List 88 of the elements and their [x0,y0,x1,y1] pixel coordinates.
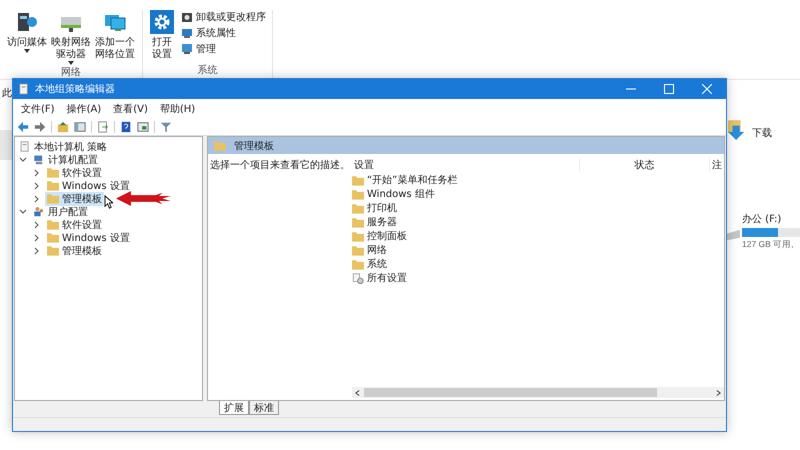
list-item[interactable]: 控制面板 [352,229,407,243]
pane-title: 管理模板 [234,140,274,152]
column-header[interactable]: 设置 [352,158,580,172]
tree-item[interactable]: 本地计算机 策略 [17,140,110,154]
tree-item[interactable]: 用户配置 [31,204,90,218]
folder-icon [352,216,364,228]
mouse-cursor-icon [104,195,113,209]
group-label: 网络 [61,66,81,80]
tree-item[interactable]: 管理模板 [45,244,104,258]
folder-icon [47,219,59,230]
forward-arrow-icon[interactable] [34,121,46,133]
folder-icon [47,167,59,178]
list-item[interactable]: Windows 组件 [352,187,435,201]
group-label: 系统 [198,64,218,78]
column-header[interactable]: 注 [710,158,724,172]
caret-icon [24,49,30,53]
ribbon-button[interactable]: 打开 设置 [149,10,175,63]
tab[interactable]: 扩展 [219,401,249,415]
tree-item[interactable]: Windows 设置 [45,178,132,192]
folder-icon [352,244,364,256]
back-arrow-icon[interactable] [17,121,29,133]
ribbon-button[interactable]: 添加一个 网络位置 [94,10,136,65]
help-icon[interactable] [120,121,132,133]
chevron-down-icon[interactable] [19,156,27,164]
ribbon-button[interactable]: 映射网络 驱动器 [50,10,92,65]
list-item[interactable]: 系统 [352,257,387,271]
folder-icon [352,188,364,200]
chevron-right-icon[interactable] [33,182,41,190]
tree-item[interactable]: Windows 设置 [45,230,132,244]
chevron-down-icon[interactable] [19,208,27,216]
tree-item[interactable]: 软件设置 [45,166,104,180]
scroll-thumb[interactable] [364,388,657,397]
folder-icon [352,258,364,270]
folder-icon [47,245,59,256]
list-item[interactable]: 所有设置 [352,271,407,285]
computer-icon [181,27,193,39]
horizontal-scrollbar[interactable] [352,387,724,398]
tree-item[interactable]: 软件设置 [45,218,104,232]
policy-icon [19,141,31,152]
list-item[interactable]: “开始”菜单和任务栏 [352,173,458,187]
computer-icon [181,43,193,55]
scroll-right-icon[interactable] [716,388,721,396]
settings-page-icon [352,272,364,284]
folder-icon [352,174,364,186]
media-server-icon [15,10,39,34]
menu-item[interactable]: 帮助(H) [156,101,200,117]
chevron-right-icon[interactable] [33,220,41,228]
folder-icon [47,193,59,204]
description-text: 选择一个项目来查看它的描述。 [209,158,351,173]
ribbon-button[interactable]: 访问媒体 [6,10,48,65]
address-text: 此 [2,86,12,100]
users-icon [33,206,45,217]
ribbon-button[interactable]: 管理 [181,42,266,56]
tree-item[interactable]: 计算机配置 [31,152,100,166]
ribbon-button[interactable]: 系统属性 [181,26,266,40]
properties-icon[interactable] [137,121,149,133]
list-item[interactable]: 网络 [352,243,387,257]
menu-item[interactable]: 操作(A) [62,101,106,117]
chevron-right-icon[interactable] [33,246,41,254]
download-folder-icon [728,120,746,142]
menu-item[interactable]: 文件(F) [17,101,59,117]
policy-icon [19,83,29,95]
ribbon-button[interactable]: 卸载或更改程序 [181,10,266,24]
list-item[interactable]: 打印机 [352,201,397,215]
filter-icon[interactable] [160,121,172,133]
tree-item[interactable]: 管理模板 [45,192,104,206]
caret-icon [68,61,74,65]
folder-up-icon[interactable] [57,121,69,133]
export-list-icon[interactable] [97,121,109,133]
chevron-right-icon[interactable] [33,194,41,202]
drive-label[interactable]: 办公 (F:) [742,212,800,226]
chevron-right-icon[interactable] [33,234,41,242]
settings-icon [150,10,174,34]
column-header[interactable]: 状态 [580,158,710,172]
folder-icon [47,232,59,243]
window-title: 本地组策略编辑器 [35,82,115,96]
folder-icon [214,140,226,151]
chevron-right-icon[interactable] [33,168,41,176]
folder-icon [352,230,364,242]
free-space-text: 127 GB 可用, [742,239,795,251]
folder-icon [352,202,364,214]
menu-item[interactable]: 查看(V) [109,101,152,117]
tab[interactable]: 标准 [249,401,279,415]
computer-icon [33,154,45,165]
scroll-left-icon[interactable] [355,388,360,396]
console-tree-icon[interactable] [74,121,86,133]
folder-label[interactable]: 下载 [752,126,772,140]
list-item[interactable]: 服务器 [352,215,397,229]
